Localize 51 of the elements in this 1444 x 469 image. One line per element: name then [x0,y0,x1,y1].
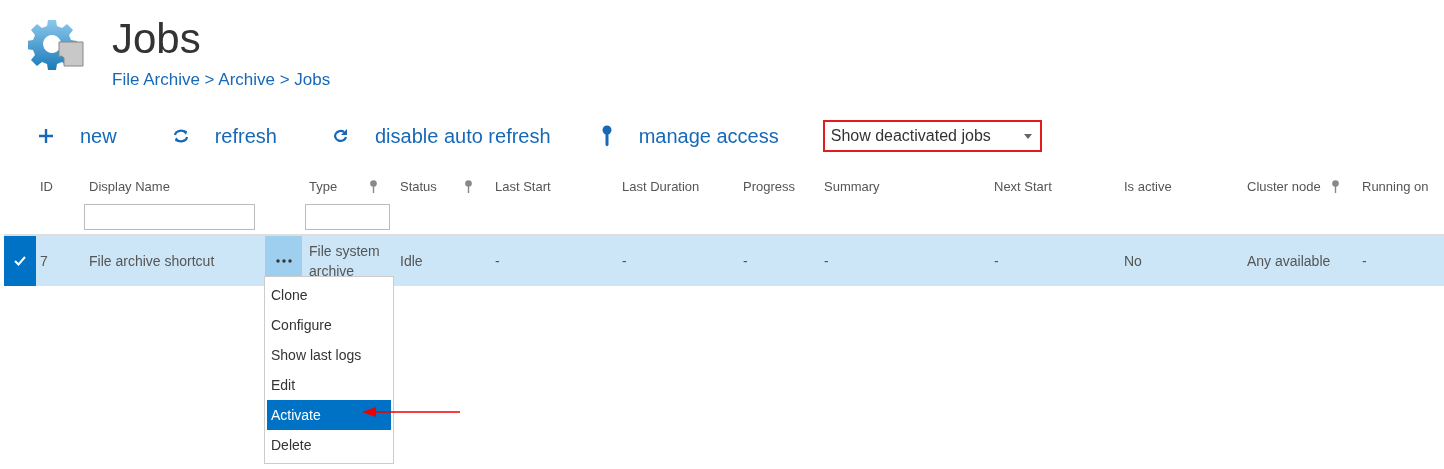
toolbar-button[interactable]: disable auto refresh [332,124,551,148]
toolbar-button[interactable]: new [38,124,117,148]
pin-icon[interactable] [369,179,378,193]
menu-item[interactable]: Configure [267,310,391,340]
ellipsis-icon [275,259,292,263]
table-cell: Idle [400,253,423,269]
column-header[interactable]: Next Start [994,178,1052,194]
column-header[interactable]: Type [309,178,338,194]
table-cell: Any available [1247,253,1331,269]
table-cell: - [622,253,627,269]
pin-icon[interactable] [464,179,473,193]
menu-item[interactable]: Edit [267,370,391,400]
column-header[interactable]: Running on [1362,178,1429,194]
check-icon [14,256,26,266]
column-header[interactable]: Summary [824,178,880,194]
column-header[interactable]: ID [40,178,53,194]
column-header[interactable]: Progress [743,178,796,194]
key-icon [600,125,613,147]
column-header[interactable]: Is active [1124,178,1172,194]
row-checkbox[interactable] [4,236,36,286]
refresh-icon [332,128,349,144]
menu-item[interactable]: Delete [267,430,391,460]
column-header[interactable]: Cluster node [1247,178,1321,194]
table-cell: File archive shortcut [89,253,215,269]
column-header[interactable]: Display Name [89,178,170,194]
menu-item[interactable]: Activate [267,400,391,430]
toolbar-button[interactable]: refresh [172,124,277,148]
table-cell: 7 [40,253,48,269]
column-header[interactable]: Last Start [495,178,551,194]
table-cell: No [1124,253,1142,269]
plus-icon [38,128,54,144]
table-cell: - [994,253,999,269]
table-cell: - [1362,253,1367,269]
gear-icon [28,18,86,70]
filter-field[interactable] [84,204,255,230]
breadcrumb[interactable]: File Archive > Archive > Jobs [112,70,331,90]
table-row[interactable]: 7 File archive shortcut File system archive Idle - - - - - No Any available - [4,234,1444,286]
filter-dropdown[interactable]: Show deactivated jobs [822,120,1042,152]
table-cell: - [495,253,500,269]
menu-item[interactable]: Show last logs [267,340,391,370]
table-cell: - [743,253,748,269]
column-header[interactable]: Last Duration [622,178,700,194]
filter-field[interactable] [305,204,390,230]
table-cell: - [824,253,829,269]
pin-icon[interactable] [1331,179,1340,193]
toolbar-button[interactable]: manage access [600,124,779,148]
refresh-icon [172,128,189,144]
table-cell-text: File system archive [309,242,381,281]
page-title: Jobs [112,14,202,64]
column-header[interactable]: Status [400,178,437,194]
caret-icon [1023,133,1032,139]
